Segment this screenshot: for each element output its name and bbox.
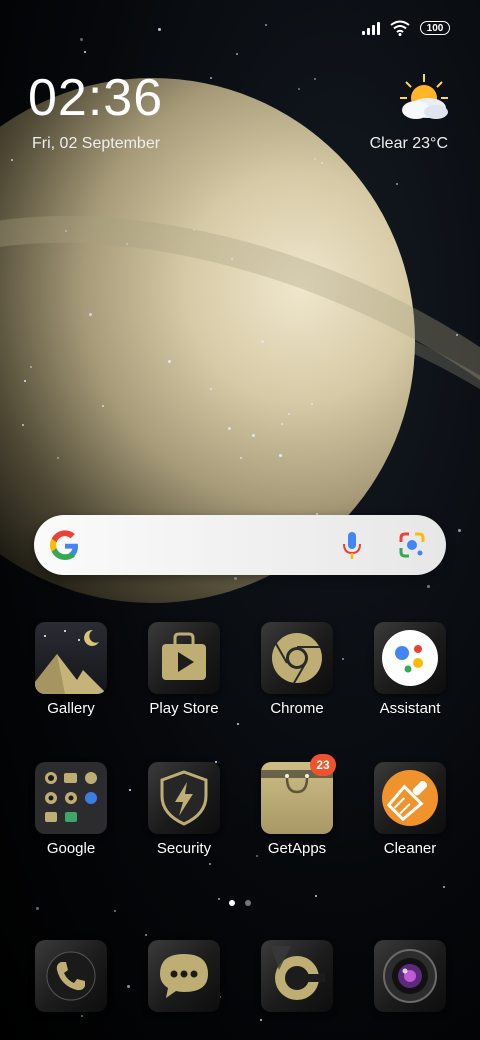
camera-icon xyxy=(374,940,446,1012)
star xyxy=(57,457,59,459)
app-label: Assistant xyxy=(379,700,441,717)
gallery-icon xyxy=(35,622,107,694)
lens-icon[interactable] xyxy=(398,531,426,559)
app-play-store[interactable]: Play Store xyxy=(129,622,239,717)
star xyxy=(210,388,212,390)
star xyxy=(168,360,171,363)
star xyxy=(396,183,398,185)
star xyxy=(228,427,231,430)
google-search-bar[interactable] xyxy=(34,515,446,575)
app-chrome[interactable]: Chrome xyxy=(242,622,352,717)
dock-camera[interactable] xyxy=(355,940,465,1012)
star xyxy=(314,158,316,160)
star xyxy=(311,403,313,405)
star xyxy=(315,895,317,897)
star xyxy=(80,38,83,41)
star xyxy=(89,313,92,316)
app-label: Google xyxy=(46,840,96,857)
star xyxy=(84,51,86,53)
star xyxy=(114,910,116,912)
star xyxy=(314,78,316,80)
star xyxy=(22,424,24,426)
dock-messages[interactable] xyxy=(129,940,239,1012)
app-label: Security xyxy=(156,840,212,857)
star xyxy=(298,88,300,90)
star xyxy=(265,24,267,26)
notification-badge: 23 xyxy=(310,754,336,776)
star xyxy=(65,230,67,232)
clock-time[interactable]: 02:36 xyxy=(28,72,163,124)
battery-indicator: 100 xyxy=(420,21,450,35)
star xyxy=(236,53,238,55)
star xyxy=(209,863,211,865)
app-label: Gallery xyxy=(47,700,95,717)
play-store-icon xyxy=(148,622,220,694)
star xyxy=(30,366,32,368)
dock-phone[interactable] xyxy=(16,940,126,1012)
star xyxy=(145,934,147,936)
star xyxy=(102,405,104,407)
star xyxy=(24,380,26,382)
assistant-icon xyxy=(374,622,446,694)
google-folder-icon xyxy=(35,762,107,834)
security-icon xyxy=(148,762,220,834)
wifi-icon xyxy=(390,20,410,36)
star xyxy=(11,159,13,161)
browser-icon xyxy=(261,940,333,1012)
star xyxy=(36,907,39,910)
star xyxy=(261,340,264,343)
star xyxy=(237,723,239,725)
star xyxy=(427,585,430,588)
star xyxy=(443,886,445,888)
chrome-icon xyxy=(261,622,333,694)
clock-date[interactable]: Fri, 02 September xyxy=(32,135,160,153)
star xyxy=(126,243,128,245)
mic-icon[interactable] xyxy=(342,531,362,561)
app-label: GetApps xyxy=(267,840,327,857)
page-indicator xyxy=(0,900,480,906)
dock-browser[interactable] xyxy=(242,940,352,1012)
app-getapps[interactable]: 23 GetApps xyxy=(242,754,352,857)
app-label: Cleaner xyxy=(383,840,437,857)
star xyxy=(456,334,458,336)
star xyxy=(279,454,282,457)
app-security[interactable]: Security xyxy=(129,762,239,857)
star xyxy=(193,229,195,231)
star xyxy=(260,1019,262,1021)
page-dot-active[interactable] xyxy=(229,900,235,906)
star xyxy=(240,457,242,459)
star xyxy=(458,529,461,532)
star xyxy=(81,1015,83,1017)
sun-cloud-icon[interactable] xyxy=(388,72,452,128)
star xyxy=(210,77,212,79)
app-label: Play Store xyxy=(149,700,219,717)
app-gallery[interactable]: Gallery xyxy=(16,622,126,717)
star xyxy=(231,258,233,260)
cleaner-icon xyxy=(374,762,446,834)
app-google-folder[interactable]: Google xyxy=(16,762,126,857)
messages-icon xyxy=(148,940,220,1012)
app-cleaner[interactable]: Cleaner xyxy=(355,762,465,857)
app-assistant[interactable]: Assistant xyxy=(355,622,465,717)
star xyxy=(288,413,290,415)
google-logo-icon xyxy=(50,530,78,560)
star xyxy=(158,28,161,31)
star xyxy=(252,434,255,437)
star xyxy=(321,162,323,164)
weather-text[interactable]: Clear 23°C xyxy=(370,135,448,153)
star xyxy=(234,577,237,580)
app-label: Chrome xyxy=(270,700,324,717)
star xyxy=(281,423,283,425)
status-bar: 100 xyxy=(362,18,450,38)
signal-icon xyxy=(362,21,380,35)
phone-icon xyxy=(35,940,107,1012)
page-dot[interactable] xyxy=(245,900,251,906)
